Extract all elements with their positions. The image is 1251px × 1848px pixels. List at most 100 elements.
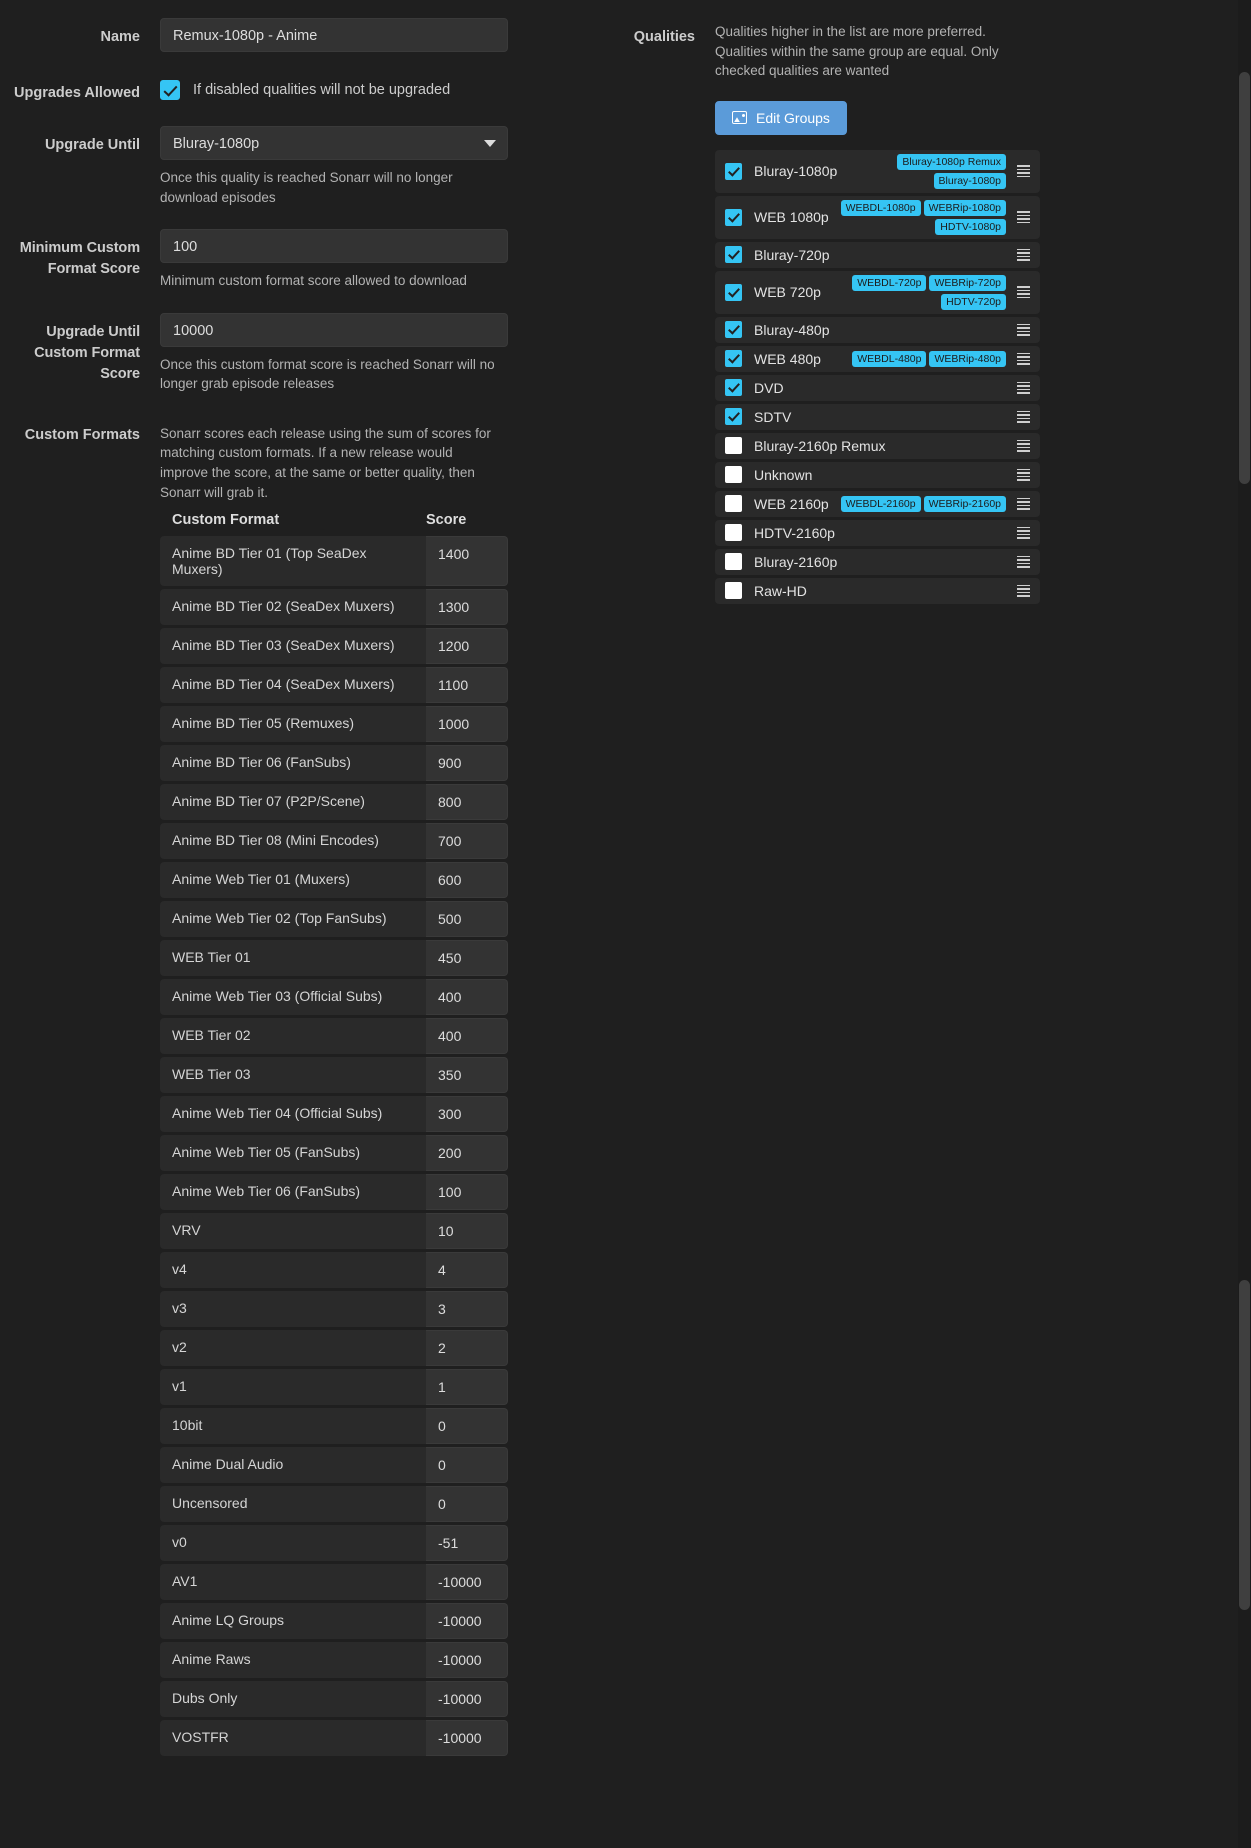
quality-item[interactable]: WEB 1080pWEBDL-1080pWEBRip-1080pHDTV-108… — [715, 196, 1040, 239]
custom-format-row: v11 — [160, 1369, 508, 1405]
quality-item[interactable]: Raw-HD — [715, 578, 1040, 604]
custom-format-score-input[interactable]: 350 — [426, 1057, 508, 1093]
custom-format-score-input[interactable]: 450 — [426, 940, 508, 976]
drag-handle-icon[interactable] — [1014, 211, 1040, 223]
scrollbar-thumb-lower[interactable] — [1239, 1280, 1250, 1610]
drag-handle-icon[interactable] — [1014, 411, 1040, 423]
quality-item[interactable]: WEB 2160pWEBDL-2160pWEBRip-2160p — [715, 491, 1040, 517]
quality-checkbox[interactable] — [725, 553, 742, 570]
quality-name: Bluray-2160p Remux — [754, 438, 886, 454]
upgrade-until-select[interactable]: Bluray-1080p — [160, 126, 508, 160]
custom-format-score-input[interactable]: -10000 — [426, 1642, 508, 1678]
custom-format-score-input[interactable]: 0 — [426, 1486, 508, 1522]
quality-checkbox[interactable] — [725, 495, 742, 512]
quality-tag: Bluray-1080p — [934, 173, 1006, 189]
custom-format-score-input[interactable]: 900 — [426, 745, 508, 781]
quality-item[interactable]: Bluray-720p — [715, 242, 1040, 268]
quality-checkbox[interactable] — [725, 379, 742, 396]
custom-format-score-input[interactable]: -10000 — [426, 1564, 508, 1600]
quality-item[interactable]: HDTV-2160p — [715, 520, 1040, 546]
custom-format-score-input[interactable]: 600 — [426, 862, 508, 898]
quality-checkbox[interactable] — [725, 284, 742, 301]
quality-item[interactable]: Bluray-1080pBluray-1080p RemuxBluray-108… — [715, 150, 1040, 193]
custom-format-score-input[interactable]: -10000 — [426, 1603, 508, 1639]
custom-format-score-input[interactable]: 400 — [426, 979, 508, 1015]
custom-format-score-input[interactable]: 200 — [426, 1135, 508, 1171]
custom-format-score-input[interactable]: 700 — [426, 823, 508, 859]
custom-format-score-input[interactable]: 0 — [426, 1447, 508, 1483]
drag-handle-icon[interactable] — [1014, 324, 1040, 336]
custom-format-score-input[interactable]: 1400 — [426, 536, 508, 586]
custom-format-score-input[interactable]: -10000 — [426, 1681, 508, 1717]
custom-format-score-input[interactable]: 300 — [426, 1096, 508, 1132]
quality-item[interactable]: Bluray-480p — [715, 317, 1040, 343]
drag-handle-icon[interactable] — [1014, 556, 1040, 568]
custom-format-score-input[interactable]: 100 — [426, 1174, 508, 1210]
drag-handle-icon[interactable] — [1014, 165, 1040, 177]
drag-handle-icon[interactable] — [1014, 382, 1040, 394]
quality-checkbox[interactable] — [725, 321, 742, 338]
custom-format-score-input[interactable]: 10 — [426, 1213, 508, 1249]
quality-item[interactable]: Bluray-2160p — [715, 549, 1040, 575]
custom-format-name: WEB Tier 02 — [160, 1018, 426, 1054]
quality-tag-list: WEBDL-2160pWEBRip-2160p — [829, 496, 1014, 512]
minimum-custom-format-score-input[interactable]: 100 — [160, 229, 508, 263]
custom-format-score-input[interactable]: 0 — [426, 1408, 508, 1444]
quality-item[interactable]: DVD — [715, 375, 1040, 401]
quality-checkbox[interactable] — [725, 582, 742, 599]
custom-format-score-input[interactable]: 1 — [426, 1369, 508, 1405]
custom-format-score-input[interactable]: 400 — [426, 1018, 508, 1054]
page-scrollbar[interactable] — [1238, 0, 1251, 1848]
scrollbar-thumb-upper[interactable] — [1239, 72, 1250, 484]
custom-format-score-input[interactable]: 1000 — [426, 706, 508, 742]
drag-handle-icon[interactable] — [1014, 440, 1040, 452]
drag-handle-icon[interactable] — [1014, 498, 1040, 510]
quality-item[interactable]: Unknown — [715, 462, 1040, 488]
custom-format-score-input[interactable]: 2 — [426, 1330, 508, 1366]
quality-item[interactable]: WEB 720pWEBDL-720pWEBRip-720pHDTV-720p — [715, 271, 1040, 314]
quality-item[interactable]: Bluray-2160p Remux — [715, 433, 1040, 459]
quality-checkbox[interactable] — [725, 163, 742, 180]
drag-handle-icon[interactable] — [1014, 249, 1040, 261]
quality-name: WEB 1080p — [754, 209, 829, 225]
quality-item[interactable]: SDTV — [715, 404, 1040, 430]
qualities-column: Qualities Qualities higher in the list a… — [555, 18, 1175, 629]
custom-format-name: Anime BD Tier 04 (SeaDex Muxers) — [160, 667, 426, 703]
edit-groups-button[interactable]: Edit Groups — [715, 101, 847, 135]
custom-format-name: AV1 — [160, 1564, 426, 1600]
upgrades-allowed-checkbox[interactable] — [160, 80, 180, 100]
drag-handle-icon[interactable] — [1014, 353, 1040, 365]
quality-checkbox[interactable] — [725, 350, 742, 367]
drag-handle-icon[interactable] — [1014, 286, 1040, 298]
custom-format-row: Anime BD Tier 02 (SeaDex Muxers)1300 — [160, 589, 508, 625]
custom-format-score-input[interactable]: -10000 — [426, 1720, 508, 1756]
quality-tag-list: Bluray-1080p RemuxBluray-1080p — [837, 154, 1014, 189]
image-icon — [732, 111, 747, 124]
quality-checkbox[interactable] — [725, 408, 742, 425]
custom-format-score-input[interactable]: 500 — [426, 901, 508, 937]
custom-format-row: Anime BD Tier 03 (SeaDex Muxers)1200 — [160, 628, 508, 664]
quality-name: WEB 2160p — [754, 496, 829, 512]
drag-handle-icon[interactable] — [1014, 527, 1040, 539]
custom-format-row: WEB Tier 01450 — [160, 940, 508, 976]
profile-name-input[interactable]: Remux-1080p - Anime — [160, 18, 508, 52]
drag-handle-icon[interactable] — [1014, 585, 1040, 597]
custom-format-score-input[interactable]: 1300 — [426, 589, 508, 625]
custom-format-score-input[interactable]: 1100 — [426, 667, 508, 703]
quality-tag: WEBRip-1080p — [924, 200, 1006, 216]
quality-checkbox[interactable] — [725, 437, 742, 454]
quality-checkbox[interactable] — [725, 209, 742, 226]
quality-checkbox[interactable] — [725, 246, 742, 263]
custom-format-score-input[interactable]: 3 — [426, 1291, 508, 1327]
drag-handle-icon[interactable] — [1014, 469, 1040, 481]
custom-format-score-input[interactable]: -51 — [426, 1525, 508, 1561]
custom-format-name: Anime BD Tier 07 (P2P/Scene) — [160, 784, 426, 820]
quality-item[interactable]: WEB 480pWEBDL-480pWEBRip-480p — [715, 346, 1040, 372]
quality-checkbox[interactable] — [725, 524, 742, 541]
upgrade-until-custom-format-score-input[interactable]: 10000 — [160, 313, 508, 347]
quality-checkbox[interactable] — [725, 466, 742, 483]
quality-name: WEB 720p — [754, 284, 821, 300]
custom-format-score-input[interactable]: 800 — [426, 784, 508, 820]
custom-format-score-input[interactable]: 4 — [426, 1252, 508, 1288]
custom-format-score-input[interactable]: 1200 — [426, 628, 508, 664]
